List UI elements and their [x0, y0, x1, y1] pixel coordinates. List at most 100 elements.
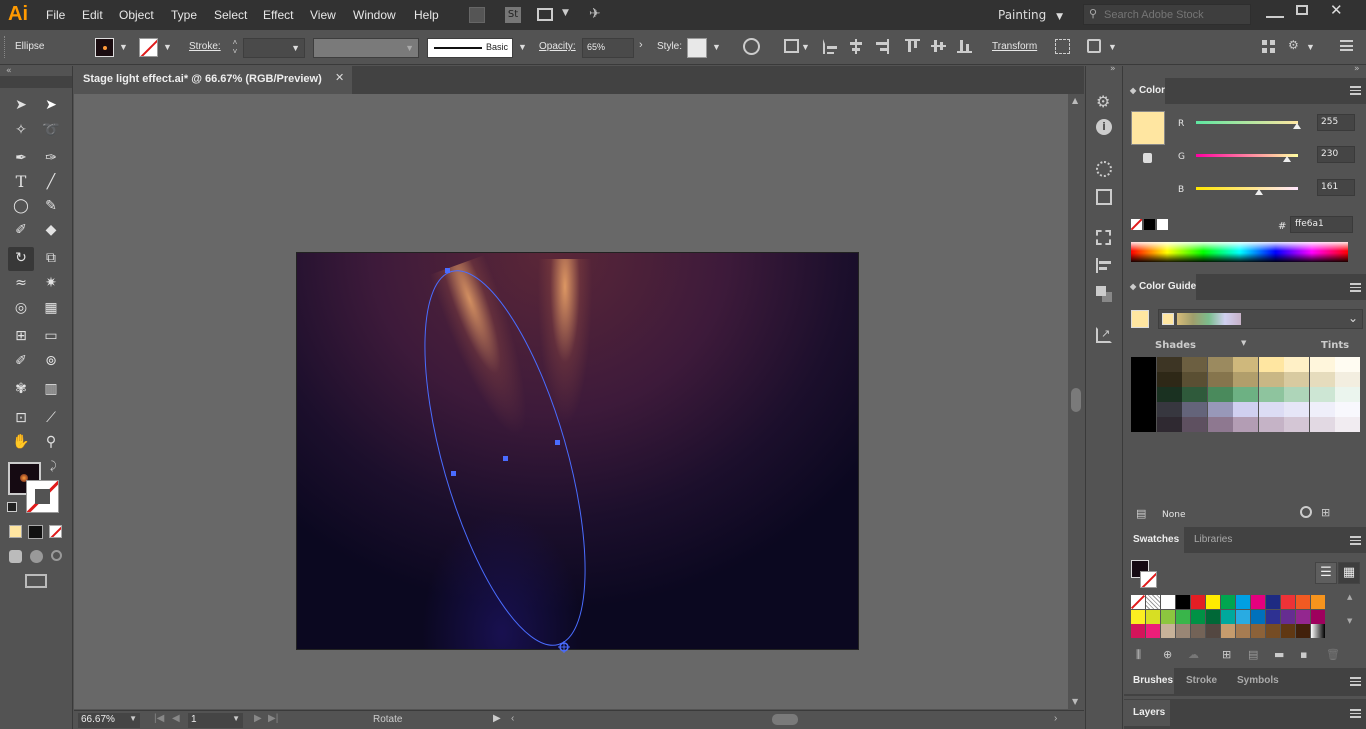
collapse-panels-icon[interactable]: » [1110, 64, 1116, 74]
swatch-libraries-icon[interactable]: ▤ [1136, 507, 1146, 520]
lasso-tool-icon[interactable]: ➰ [40, 119, 62, 141]
libraries-tab[interactable]: Libraries [1188, 527, 1232, 553]
style-dropdown-icon[interactable]: ▼ [712, 42, 721, 52]
align-bottom-icon[interactable] [957, 39, 972, 53]
menu-type[interactable]: Type [171, 0, 197, 30]
align-top-icon[interactable] [905, 39, 920, 53]
horizontal-scroll-thumb[interactable] [772, 714, 798, 725]
align-right-icon[interactable] [875, 39, 889, 54]
none-color-icon[interactable] [1131, 219, 1142, 230]
ellipse-tool-icon[interactable]: ◯ [10, 195, 32, 217]
layers-tab[interactable]: Layers [1124, 700, 1170, 726]
stroke-tab[interactable]: Stroke [1180, 668, 1217, 694]
recolor-artwork-icon[interactable] [743, 38, 760, 55]
b-slider-thumb[interactable] [1255, 189, 1263, 195]
menu-effect[interactable]: Effect [263, 0, 293, 30]
gradient-mode-button[interactable] [28, 525, 43, 539]
variable-width-profile[interactable]: ▼ [313, 38, 419, 58]
draw-inside-icon[interactable] [51, 550, 62, 561]
first-artboard-icon[interactable]: |◀ [154, 713, 164, 724]
black-color-icon[interactable] [1144, 219, 1155, 230]
none-mode-button[interactable] [49, 525, 62, 538]
align-middle-icon[interactable] [931, 39, 946, 53]
bridge-icon[interactable] [469, 7, 485, 23]
swatch-row[interactable] [1131, 595, 1326, 609]
out-of-gamut-icon[interactable] [1143, 153, 1152, 163]
swatches-tab[interactable]: Swatches [1124, 527, 1184, 553]
edit-colors-icon[interactable] [1300, 506, 1312, 518]
swatch-libraries-menu-icon[interactable]: ⫼ [1136, 648, 1141, 662]
appearance-icon[interactable] [1096, 161, 1112, 177]
brushes-tab[interactable]: Brushes [1124, 668, 1174, 694]
perspective-grid-tool-icon[interactable]: ▦ [40, 297, 62, 319]
properties-icon[interactable]: ⚙ [1096, 92, 1110, 111]
artboard-number-field[interactable]: 1 ▼ [188, 713, 243, 728]
panel-menu-icon[interactable] [1350, 709, 1361, 718]
column-graph-tool-icon[interactable]: ▥ [40, 378, 62, 400]
new-color-group-icon[interactable]: ▬ [1274, 648, 1284, 661]
current-tool-status[interactable]: Rotate [373, 714, 402, 725]
search-input[interactable] [1104, 7, 1248, 22]
eraser-tool-icon[interactable]: ◆ [40, 219, 62, 241]
type-tool-icon[interactable]: T [10, 171, 32, 193]
next-artboard-icon[interactable]: ▶ [254, 713, 262, 724]
b-slider[interactable] [1196, 187, 1298, 195]
arrange-documents-icon[interactable] [537, 8, 553, 21]
eyedropper-tool-icon[interactable]: ✐ [10, 350, 32, 372]
isolate-icon[interactable] [1087, 39, 1101, 53]
paintbrush-tool-icon[interactable]: ✎ [40, 195, 62, 217]
save-color-group-icon[interactable]: ⊞ [1321, 506, 1330, 519]
puppet-warp-tool-icon[interactable]: ✷ [40, 272, 62, 294]
document-tab[interactable]: Stage light effect.ai* @ 66.67% (RGB/Pre… [74, 66, 352, 94]
rotate-tool-icon[interactable]: ↻ [8, 247, 34, 271]
close-document-icon[interactable]: ✕ [335, 71, 344, 84]
color-guide-grid[interactable] [1131, 357, 1360, 432]
gradient-tool-icon[interactable]: ▭ [40, 325, 62, 347]
blend-tool-icon[interactable]: ⊚ [40, 350, 62, 372]
graphic-style-swatch[interactable] [687, 38, 707, 58]
g-value-field[interactable]: 230 [1317, 146, 1355, 163]
stroke-label[interactable]: Stroke: [189, 40, 221, 54]
list-view-icon[interactable]: ☰ [1315, 562, 1337, 584]
transform-panel-icon[interactable] [1096, 230, 1111, 245]
hand-tool-icon[interactable]: ✋ [10, 431, 32, 453]
chevron-right-icon[interactable]: › [639, 39, 643, 51]
new-swatch-icon[interactable]: ▪ [1300, 648, 1307, 661]
show-swatch-kinds-icon[interactable]: ⊞ [1222, 648, 1231, 661]
mesh-tool-icon[interactable]: ⊞ [10, 325, 32, 347]
zoom-tool-icon[interactable]: ⚲ [40, 431, 62, 453]
swatch-options-icon[interactable]: ▤ [1248, 648, 1258, 661]
search-stock-field[interactable]: ⚲ [1083, 4, 1251, 25]
vertical-scroll-thumb[interactable] [1071, 388, 1081, 412]
menu-window[interactable]: Window [353, 0, 396, 30]
swatch-row[interactable] [1131, 624, 1326, 638]
artboard-tool-icon[interactable]: ⊡ [10, 407, 32, 429]
scroll-right-icon[interactable]: › [1054, 713, 1057, 724]
hex-field[interactable]: ffe6a1 [1290, 216, 1353, 233]
slice-tool-icon[interactable]: ⟋ [40, 407, 62, 429]
white-color-icon[interactable] [1157, 219, 1168, 230]
menu-object[interactable]: Object [119, 0, 154, 30]
panel-options-icon[interactable]: ⚙ [1288, 38, 1299, 52]
delete-swatch-icon[interactable]: 🗑 [1326, 648, 1340, 661]
draw-normal-icon[interactable] [9, 550, 22, 563]
r-slider[interactable] [1196, 121, 1301, 129]
r-value-field[interactable]: 255 [1317, 114, 1355, 131]
symbol-sprayer-tool-icon[interactable]: ✾ [10, 378, 32, 400]
transform-each-icon[interactable] [1055, 39, 1070, 54]
stroke-box[interactable] [26, 480, 59, 513]
minimize-button[interactable] [1266, 4, 1284, 18]
swatches-scrollbar[interactable]: ▲ ▼ [1347, 593, 1357, 643]
anchor-point[interactable] [555, 440, 560, 445]
r-slider-thumb[interactable] [1293, 123, 1301, 129]
stock-icon[interactable]: St [505, 7, 521, 23]
menu-select[interactable]: Select [214, 0, 247, 30]
draw-behind-icon[interactable] [30, 550, 43, 563]
info-icon[interactable]: i [1096, 119, 1112, 135]
fill-color-swatch[interactable] [95, 38, 114, 57]
export-icon[interactable]: ↗ [1096, 327, 1112, 343]
color-mode-button[interactable] [9, 525, 22, 538]
chevron-down-icon[interactable]: ▼ [562, 8, 569, 18]
last-artboard-icon[interactable]: ▶| [268, 713, 278, 724]
stroke-dropdown-icon[interactable]: ▼ [163, 42, 172, 52]
